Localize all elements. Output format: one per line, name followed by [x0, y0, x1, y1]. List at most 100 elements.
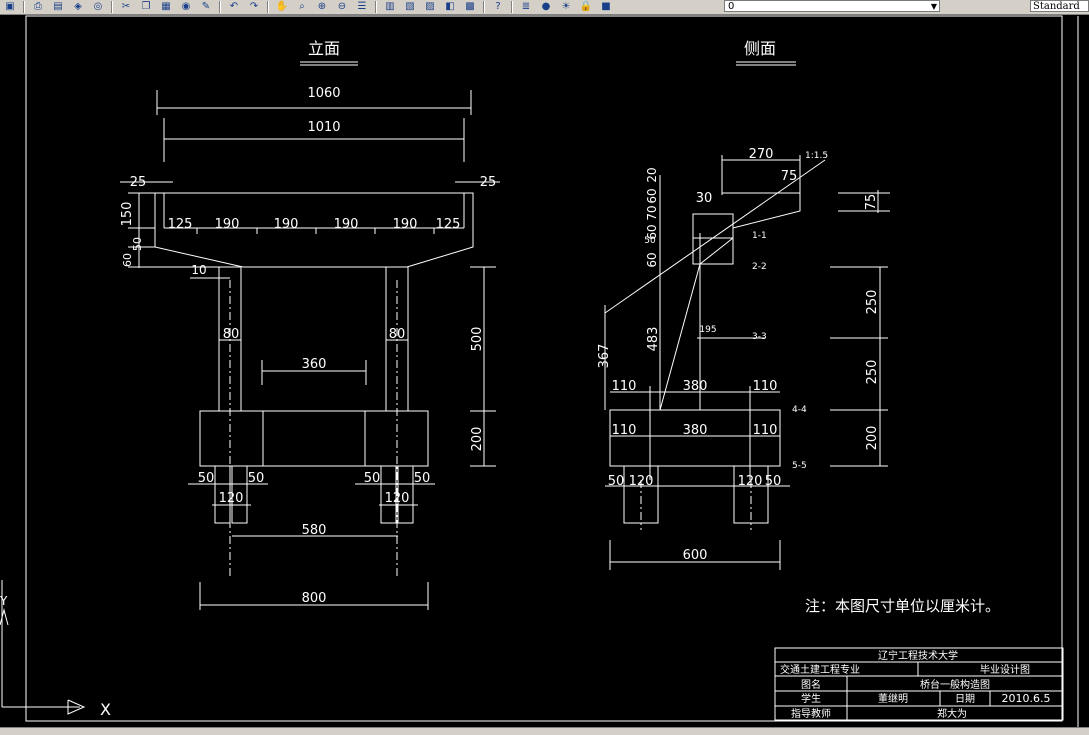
- plot-icon[interactable]: ◎: [90, 1, 106, 13]
- cut-icon[interactable]: ✂: [118, 1, 134, 13]
- layer-dropdown-value: 0: [728, 1, 735, 12]
- dimension-label: 5-5: [792, 461, 807, 471]
- zoom-window-icon[interactable]: ⊕: [314, 1, 330, 13]
- dimension-label: 25: [480, 175, 497, 190]
- dimension-label: 120: [738, 474, 763, 489]
- dimension-label: 30: [696, 191, 713, 206]
- title-block-advisor: 郑大为: [937, 707, 967, 720]
- dimension-label: 270: [749, 147, 774, 162]
- tool-palette-icon[interactable]: ▧: [402, 1, 418, 13]
- text-style-dropdown[interactable]: Standard: [1030, 0, 1089, 12]
- calculator-icon[interactable]: ▩: [462, 1, 478, 13]
- title-block-student: 董继明: [878, 692, 908, 705]
- dimension-label: 10: [191, 263, 206, 277]
- design-center-icon[interactable]: ▥: [382, 1, 398, 13]
- dimension-label: 600: [683, 548, 708, 563]
- dimension-label: 190: [274, 217, 299, 232]
- dimension-label: 50: [364, 471, 381, 486]
- dimension-label: 500: [470, 327, 485, 352]
- match-icon[interactable]: ◉: [178, 1, 194, 13]
- dimension-label: 150: [120, 202, 135, 227]
- dimension-label: 25: [130, 175, 147, 190]
- drawing-canvas[interactable]: 立面 侧面1060101025 251505060125 190 190 190 190 12…: [0, 14, 1089, 727]
- dimension-label: 110: [612, 379, 637, 394]
- dimension-label: 120: [385, 491, 410, 506]
- toolbar-separator: [219, 1, 221, 13]
- dimension-label: 120: [219, 491, 244, 506]
- dimension-label: 70: [645, 205, 659, 220]
- lock-icon[interactable]: 🔒: [578, 1, 594, 13]
- dimension-label: 50: [131, 237, 144, 251]
- dimension-label: 190: [393, 217, 418, 232]
- side-footing: [609, 409, 781, 467]
- dimension-label: 50: [608, 474, 625, 489]
- dimension-label: 195: [699, 325, 716, 335]
- dimension-label: 125: [436, 217, 461, 232]
- dimension-label: 110: [753, 423, 778, 438]
- dimension-label: 200: [865, 426, 880, 451]
- dimension-label: 125: [168, 217, 193, 232]
- units-note: 注：本图尺寸单位以厘米计。: [805, 597, 1000, 615]
- drawing-border: [25, 15, 1063, 722]
- toolbar-separator: [511, 1, 513, 13]
- dimension-label: 80: [389, 327, 406, 342]
- front-view-title: 立面: [308, 39, 340, 58]
- pan-icon[interactable]: ✋: [274, 1, 290, 13]
- dimension-label: 1-1: [752, 231, 767, 241]
- layer-manager-icon[interactable]: ≣: [518, 1, 534, 13]
- dimension-label: 50: [765, 474, 782, 489]
- dimension-label: 190: [334, 217, 359, 232]
- sheet-set-icon[interactable]: ▨: [422, 1, 438, 13]
- print-icon[interactable]: ⎙: [30, 1, 46, 13]
- bulb-icon[interactable]: ●: [538, 1, 554, 13]
- save-icon[interactable]: ▣: [2, 1, 18, 13]
- dimension-label: 2-2: [752, 262, 767, 272]
- preview-icon[interactable]: ▤: [50, 1, 66, 13]
- slope-fill-line: [699, 237, 734, 265]
- paste-icon[interactable]: ▦: [158, 1, 174, 13]
- sun-icon[interactable]: ☀: [558, 1, 574, 13]
- toolbar-separator: [267, 1, 269, 13]
- dimension-label: 800: [302, 591, 327, 606]
- title-block-label: 指导教师: [791, 707, 831, 720]
- zoom-realtime-icon[interactable]: ⌕: [294, 1, 310, 13]
- dimension-label: 75: [781, 169, 798, 184]
- toolbar-separator: [483, 1, 485, 13]
- dimension-label: 483: [646, 327, 661, 352]
- layer-dropdown[interactable]: 0 ▼: [724, 0, 940, 12]
- ucs-x-label: X: [100, 700, 111, 719]
- publish-icon[interactable]: ◈: [70, 1, 86, 13]
- dimension-label: 380: [683, 379, 708, 394]
- dimension-label: 50: [414, 471, 431, 486]
- toolbar-separator: [23, 1, 25, 13]
- redo-icon[interactable]: ↷: [246, 1, 262, 13]
- ucs-y-label: Y: [0, 594, 8, 608]
- dimension-label: 4-4: [792, 405, 807, 415]
- dimension-label: 380: [683, 423, 708, 438]
- dimension-label: 20: [645, 167, 659, 182]
- undo-icon[interactable]: ↶: [226, 1, 242, 13]
- dimension-label: 250: [865, 360, 880, 385]
- brush-icon[interactable]: ✎: [198, 1, 214, 13]
- dimension-label: 110: [753, 379, 778, 394]
- markup-icon[interactable]: ◧: [442, 1, 458, 13]
- zoom-previous-icon[interactable]: ⊖: [334, 1, 350, 13]
- front-cap-outline: [154, 192, 474, 268]
- copy-icon[interactable]: ❐: [138, 1, 154, 13]
- chevron-down-icon[interactable]: ▼: [931, 1, 937, 13]
- side-view-title: 侧面: [744, 39, 776, 58]
- dimension-label: 60: [645, 188, 659, 203]
- dimension-label: 50: [198, 471, 215, 486]
- dimension-label: 1060: [307, 86, 340, 101]
- title-block-design-type: 毕业设计图: [980, 663, 1030, 676]
- color-square-icon[interactable]: ■: [598, 1, 614, 13]
- title-block-label: 图名: [801, 678, 821, 691]
- dimension-label: 250: [865, 290, 880, 315]
- dimension-label: 60: [121, 253, 134, 267]
- title-block-label: 学生: [801, 692, 821, 705]
- dimension-label: 1010: [307, 120, 340, 135]
- title-block-date: 2010.6.5: [1002, 692, 1051, 705]
- help-icon[interactable]: ?: [490, 1, 506, 13]
- properties-icon[interactable]: ☰: [354, 1, 370, 13]
- title-block-major: 交通土建工程专业: [780, 663, 860, 676]
